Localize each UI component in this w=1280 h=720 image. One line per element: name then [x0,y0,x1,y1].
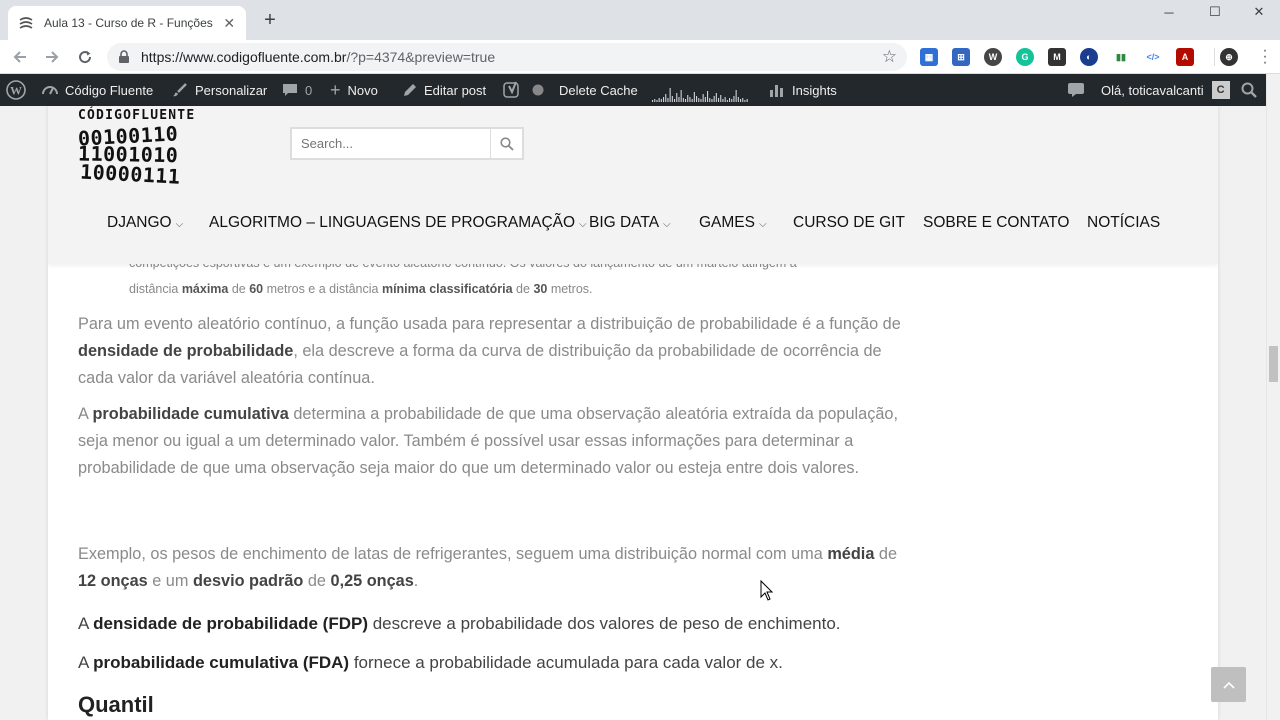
back-to-top-button[interactable] [1211,667,1246,702]
forward-button[interactable] [40,45,64,69]
reload-button[interactable] [73,45,97,69]
new-tab-button[interactable]: + [258,9,282,33]
nav-item-noticias[interactable]: NOTÍCIAS [1087,214,1160,232]
brush-icon [172,82,188,98]
extension-icon-1[interactable]: ▦ [920,48,938,66]
mouse-cursor-icon [760,580,774,601]
tab-title: Aula 13 - Curso de R - Funções E [44,16,217,30]
wordpress-logo-icon[interactable]: W [6,74,26,106]
vertical-scrollbar[interactable] [1266,74,1280,720]
svg-text:W: W [10,84,22,98]
tab-close-icon[interactable]: ✕ [223,15,236,32]
search-button[interactable] [490,129,522,158]
comment-bubble-icon [282,82,298,98]
seo-status-dot-icon [532,74,544,106]
bar-chart-icon [769,82,785,98]
chevron-down-icon: ⌵ [758,219,767,230]
lock-icon [119,50,129,63]
yoast-seo-icon[interactable] [503,74,521,106]
extension-icon-2[interactable]: ⊞ [952,48,970,66]
scrollbar-thumb[interactable] [1269,346,1278,382]
window-close-button[interactable]: ✕ [1236,0,1280,24]
paragraph: A densidade de probabilidade (FDP) descr… [78,614,841,633]
site-header: CÓDIGOFLUENTE 00100110 11001010 10000111… [48,106,1218,264]
site-name-link[interactable]: Código Fluente [42,74,153,106]
notifications-icon[interactable] [1067,74,1085,106]
chevron-up-icon [1222,681,1235,689]
favicon-icon [18,15,34,31]
minimize-button[interactable]: ─ [1146,0,1192,24]
code-icon[interactable]: </> [1144,48,1162,66]
insights-link[interactable]: Insights [769,74,837,106]
user-avatar: C [1211,81,1230,99]
chevron-down-icon: ⌵ [579,219,587,230]
address-bar[interactable]: https://www.codigofluente.com.br/?p=4374… [107,43,907,71]
nav-item-sobre-e-contato[interactable]: SOBRE E CONTATO [923,214,1069,232]
toolbar-separator [1214,48,1215,66]
site-logo[interactable]: CÓDIGOFLUENTE 00100110 11001010 10000111 [76,106,256,190]
new-content-link[interactable]: + Novo [330,74,378,106]
admin-search-icon[interactable] [1241,74,1257,106]
search-form [290,127,524,160]
browser-menu-icon[interactable]: · · · [1258,43,1272,71]
browser-tab[interactable]: Aula 13 - Curso de R - Funções E ✕ [8,6,246,40]
main-nav: DJANGO ⌵ ALGORITMO – LINGUAGENS DE PROGRA… [48,214,1218,238]
comments-link[interactable]: 0 [282,74,312,106]
wordpress-extension-icon[interactable]: W [984,48,1002,66]
svg-text:CÓDIGOFLUENTE: CÓDIGOFLUENTE [78,107,195,123]
nav-item-big-data[interactable]: BIG DATA ⌵ [589,214,671,232]
edit-post-link[interactable]: Editar post [402,74,486,106]
svg-text:10000111: 10000111 [80,160,181,189]
wp-admin-bar: W Código Fluente Personalizar 0 + Novo E… [0,74,1266,106]
browser-toolbar: https://www.codigofluente.com.br/?p=4374… [0,40,1280,74]
nav-item-games[interactable]: GAMES ⌵ [699,214,767,232]
extension-m-icon[interactable]: M [1048,48,1066,66]
pdf-icon[interactable]: A [1176,48,1194,66]
section-heading: Quantil [78,692,154,717]
nav-item-algoritmo[interactable]: ALGORITMO – LINGUAGENS DE PROGRAMAÇÃO ⌵ [209,214,587,232]
back-button[interactable] [8,45,32,69]
delete-cache-link[interactable]: Delete Cache [559,74,638,106]
extension-globe-icon[interactable]: ◐ [1080,48,1098,66]
paragraph: Exemplo, os pesos de enchimento de latas… [78,545,898,590]
dashboard-icon [42,82,58,98]
stats-sparkline [652,88,748,102]
url-text: https://www.codigofluente.com.br/?p=4374… [141,49,496,65]
profile-avatar-icon[interactable]: ⊕ [1220,48,1238,66]
paragraph: A probabilidade cumulativa determina a p… [78,405,898,477]
page-container: competições esportivas é um exemplo de e… [48,106,1218,720]
maximize-button[interactable]: ☐ [1192,0,1238,24]
chevron-down-icon: ⌵ [663,219,671,230]
nav-item-django[interactable]: DJANGO ⌵ [107,214,183,232]
chevron-down-icon: ⌵ [175,219,184,230]
nav-item-curso-de-git[interactable]: CURSO DE GIT [793,214,905,232]
plus-icon: + [330,79,341,100]
analytics-icon[interactable]: ▮▮ [1112,48,1130,66]
pencil-icon [402,83,417,98]
user-account-link[interactable]: Olá, toticavalcanti C [1101,74,1230,106]
search-input[interactable] [292,136,490,151]
list-item-text: distância máxima de 60 metros e a distân… [129,282,593,296]
paragraph: A probabilidade cumulativa (FDA) fornece… [78,653,783,672]
grammarly-icon[interactable]: G [1016,48,1034,66]
paragraph: Para um evento aleatório contínuo, a fun… [78,315,901,387]
search-icon [499,136,514,151]
browser-tab-bar: Aula 13 - Curso de R - Funções E ✕ + ─ ☐… [0,0,1280,40]
bookmark-star-icon[interactable]: ☆ [882,47,897,67]
customize-link[interactable]: Personalizar [172,74,267,106]
